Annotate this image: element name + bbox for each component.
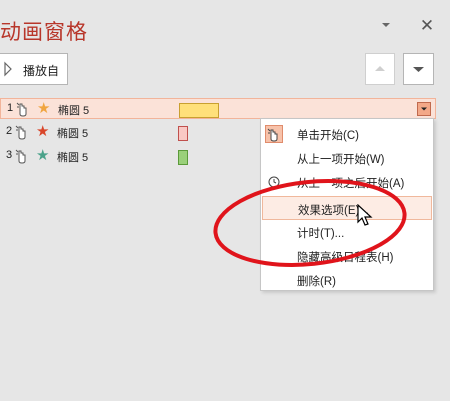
menu-item-remove[interactable]: 删除(R) [262,268,432,292]
star-effect-icon: ★ [36,123,50,140]
mouse-click-icon [16,102,27,117]
menu-item-start-on-click[interactable]: 单击开始(C) [262,122,432,146]
move-later-button[interactable] [403,53,434,85]
menu-item-label: 删除(R) [297,276,336,288]
pane-title: 动画窗格 [0,21,88,44]
menu-item-label: 从上一项之后开始(A) [297,178,405,190]
menu-item-label: 隐藏高级日程表(H) [297,252,394,264]
animation-order: 2 [6,125,13,137]
menu-item-label: 计时(T)... [297,228,345,240]
star-effect-icon: ★ [36,147,50,164]
checked-mouse-icon [265,125,283,143]
timeline-bar [178,150,188,165]
animation-item-1[interactable]: 1 ★ 椭圆 5 [0,98,436,119]
close-icon[interactable]: ✕ [419,17,435,34]
animation-target-name: 椭圆 5 [57,128,89,140]
pane-options-chevron-icon[interactable] [379,18,393,32]
menu-item-hide-advanced-timeline[interactable]: 隐藏高级日程表(H) [262,244,432,268]
menu-item-after-previous[interactable]: 从上一项之后开始(A) [262,170,432,194]
play-icon [4,61,12,77]
animation-order: 1 [7,102,14,114]
animation-order: 3 [6,149,13,161]
animation-context-menu: 单击开始(C) 从上一项开始(W) 从上一项之后开始(A) 效果选项(E)...… [260,118,434,291]
menu-item-with-previous[interactable]: 从上一项开始(W) [262,146,432,170]
mouse-click-icon [15,149,26,164]
menu-item-effect-options[interactable]: 效果选项(E)... [262,196,432,220]
play-from-label: 播放自 [23,64,60,78]
chevron-down-icon [421,107,427,111]
menu-item-timing[interactable]: 计时(T)... [262,220,432,244]
menu-item-label: 从上一项开始(W) [297,154,385,166]
mouse-pointer-icon [357,204,373,226]
mouse-click-icon [15,125,26,140]
timeline-bar [179,103,219,118]
arrow-down-icon [413,67,424,72]
animation-pane: 动画窗格 ✕ 播放自 1 ★ 椭圆 5 2 ★ 椭圆 5 3 ★ 椭圆 5 单击… [0,0,450,401]
timeline-bar [178,126,188,141]
animation-target-name: 椭圆 5 [57,152,89,164]
menu-item-label: 单击开始(C) [297,130,359,142]
animation-dropdown-button[interactable] [417,102,431,116]
clock-icon [268,176,280,188]
animation-target-name: 椭圆 5 [58,105,90,117]
play-from-button[interactable]: 播放自 [0,53,68,85]
move-earlier-button[interactable] [365,53,395,85]
arrow-up-icon [375,66,385,71]
star-effect-icon: ★ [37,100,51,117]
